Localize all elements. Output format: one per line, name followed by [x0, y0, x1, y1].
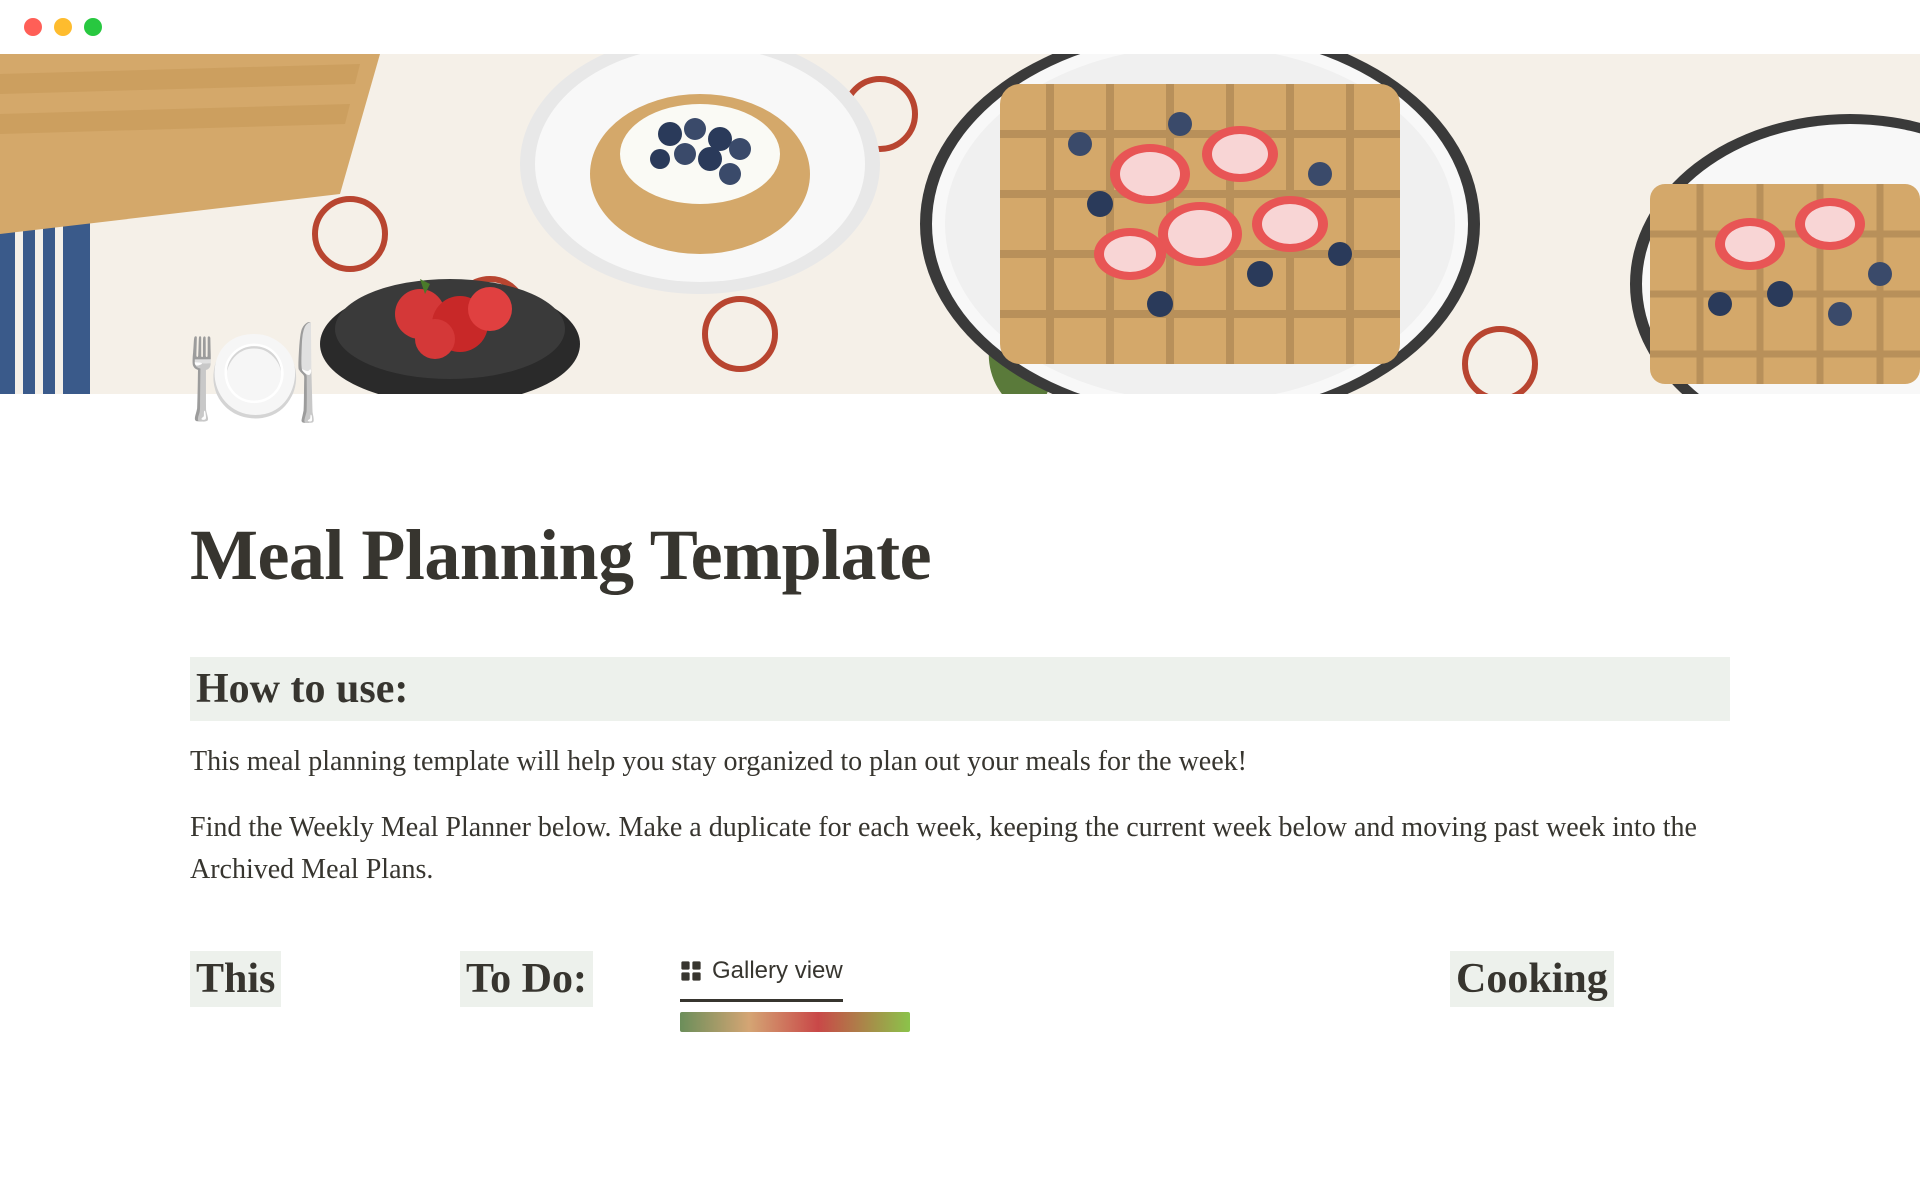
- page-content: Meal Planning Template How to use: This …: [0, 394, 1920, 1032]
- gallery-icon: [680, 960, 702, 982]
- column-cooking: Cooking: [1450, 951, 1730, 1032]
- page-icon[interactable]: 🍽️: [185, 320, 322, 430]
- gallery-view-label: Gallery view: [712, 957, 843, 985]
- column-gallery: Gallery view: [680, 951, 1220, 1032]
- window-maximize-button[interactable]: [84, 18, 102, 36]
- column-this-week: This: [190, 951, 440, 1032]
- intro-paragraph-1[interactable]: This meal planning template will help yo…: [190, 741, 1730, 783]
- gallery-preview-thumbnail[interactable]: [680, 1012, 910, 1032]
- window-close-button[interactable]: [24, 18, 42, 36]
- this-week-heading[interactable]: This: [190, 951, 281, 1007]
- how-to-use-heading[interactable]: How to use:: [190, 657, 1730, 721]
- intro-paragraph-2[interactable]: Find the Weekly Meal Planner below. Make…: [190, 807, 1730, 891]
- cooking-heading[interactable]: Cooking: [1450, 951, 1614, 1007]
- columns-container: This To Do: Gallery view: [190, 951, 1730, 1032]
- window-controls: [0, 0, 1920, 54]
- gallery-view-tab[interactable]: Gallery view: [680, 951, 843, 1002]
- window-minimize-button[interactable]: [54, 18, 72, 36]
- column-todo: To Do:: [460, 951, 660, 1032]
- page-title[interactable]: Meal Planning Template: [190, 514, 1730, 597]
- todo-heading[interactable]: To Do:: [460, 951, 593, 1007]
